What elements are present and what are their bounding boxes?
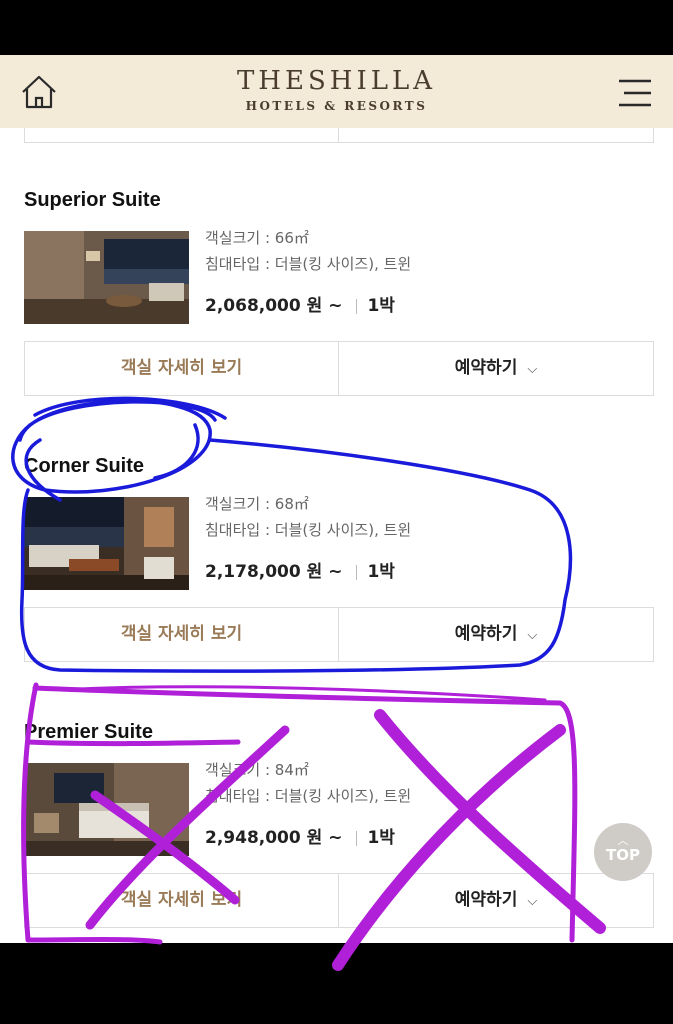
price-separator [356, 830, 358, 846]
room-actions: 객실 자세히 보기 예약하기 ⌵ [24, 607, 654, 662]
menu-button[interactable] [614, 73, 656, 113]
book-button[interactable]: 예약하기 ⌵ [338, 874, 653, 927]
room-price-line: 2,068,000 원 ~ 1박 [205, 291, 645, 316]
room-actions: 객실 자세히 보기 예약하기 ⌵ [24, 873, 654, 928]
room-size: 객실크기 : 66㎡ [205, 229, 309, 247]
home-button[interactable] [18, 73, 60, 113]
book-button-label: 예약하기 [454, 624, 518, 644]
bed-type: 침대타입 : 더블(킹 사이즈), 트윈 [205, 787, 412, 805]
room-price: 2,068,000 원 ~ [205, 296, 343, 316]
room-photo[interactable] [24, 497, 189, 590]
book-button-label: 예약하기 [454, 890, 518, 910]
room-info: 객실크기 : 68㎡ 침대타입 : 더블(킹 사이즈), 트윈 2,178,00… [205, 491, 645, 582]
bed-type: 침대타입 : 더블(킹 사이즈), 트윈 [205, 521, 412, 539]
hamburger-menu-icon [619, 79, 651, 107]
night-count: 1박 [367, 296, 395, 316]
button-divider [338, 128, 339, 143]
room-photo[interactable] [24, 231, 189, 324]
home-icon [22, 75, 56, 109]
view-room-details-button[interactable]: 객실 자세히 보기 [25, 874, 338, 927]
room-info: 객실크기 : 84㎡ 침대타입 : 더블(킹 사이즈), 트윈 2,948,00… [205, 757, 645, 848]
room-title: Premier Suite [24, 721, 153, 743]
room-actions: 객실 자세히 보기 예약하기 ⌵ [24, 341, 654, 396]
view-room-details-button[interactable]: 객실 자세히 보기 [25, 608, 338, 661]
logo-subtitle: HOTELS & RESORTS [245, 99, 428, 113]
scroll-to-top-button[interactable]: ︿ TOP [594, 823, 652, 881]
price-separator [356, 564, 358, 580]
room-price: 2,948,000 원 ~ [205, 828, 343, 848]
book-button-label: 예약하기 [454, 358, 518, 378]
room-size: 객실크기 : 84㎡ [205, 761, 309, 779]
chevron-down-icon: ⌵ [527, 894, 538, 909]
previous-room-button-row [24, 128, 654, 143]
nav-bar-blackout [0, 943, 673, 1024]
site-header: THESHILLA HOTELS & RESORTS [0, 55, 673, 128]
room-size: 객실크기 : 68㎡ [205, 495, 309, 513]
room-title: Superior Suite [24, 189, 161, 211]
chevron-down-icon: ⌵ [527, 628, 538, 643]
room-price-line: 2,948,000 원 ~ 1박 [205, 823, 645, 848]
chevron-down-icon: ⌵ [527, 362, 538, 377]
status-bar-blackout [0, 0, 673, 55]
price-separator [356, 298, 358, 314]
book-button[interactable]: 예약하기 ⌵ [338, 608, 653, 661]
room-info: 객실크기 : 66㎡ 침대타입 : 더블(킹 사이즈), 트윈 2,068,00… [205, 225, 645, 316]
shilla-logo[interactable]: THESHILLA HOTELS & RESORTS [200, 65, 473, 113]
mobile-screen: THESHILLA HOTELS & RESORTS Superior Suit… [0, 55, 673, 943]
room-price: 2,178,000 원 ~ [205, 562, 343, 582]
book-button[interactable]: 예약하기 ⌵ [338, 342, 653, 395]
room-price-line: 2,178,000 원 ~ 1박 [205, 557, 645, 582]
view-room-details-button[interactable]: 객실 자세히 보기 [25, 342, 338, 395]
room-photo[interactable] [24, 763, 189, 856]
bed-type: 침대타입 : 더블(킹 사이즈), 트윈 [205, 255, 412, 273]
night-count: 1박 [367, 828, 395, 848]
top-button-label: TOP [606, 846, 640, 864]
chevron-up-icon: ︿ [617, 834, 629, 847]
night-count: 1박 [367, 562, 395, 582]
logo-wordmark: THESHILLA [236, 66, 437, 96]
room-title: Corner Suite [24, 455, 145, 477]
